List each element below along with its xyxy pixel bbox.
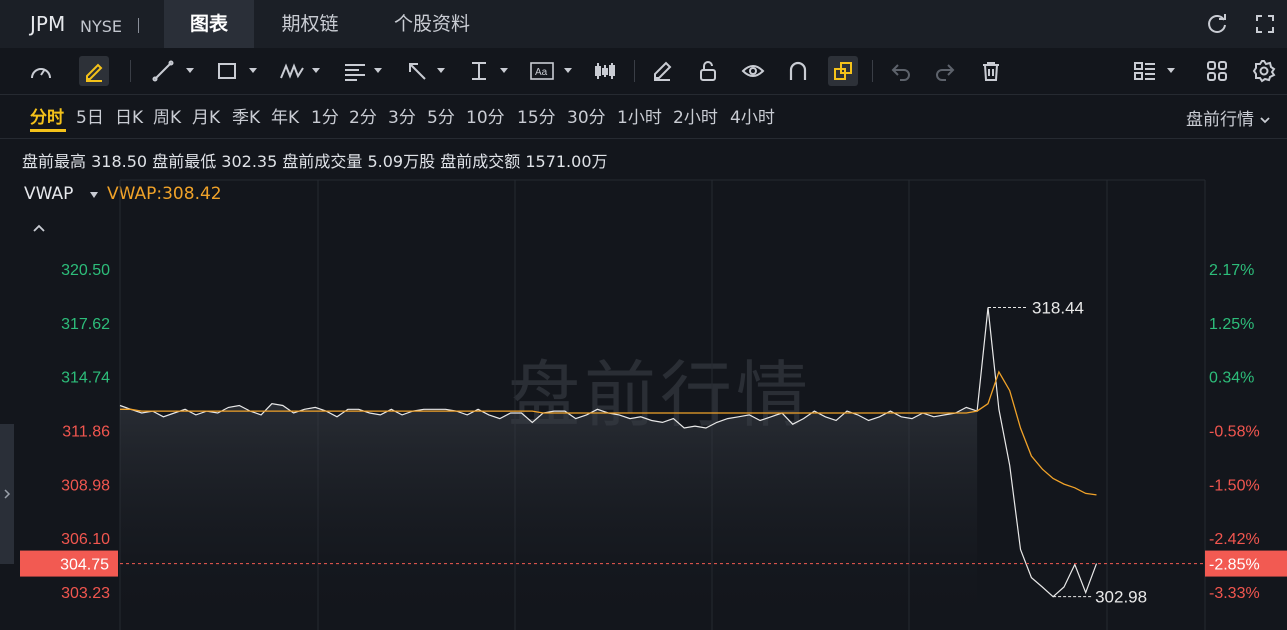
high-marker-label: 318.44 (1032, 299, 1084, 318)
current-pct-badge (1205, 550, 1287, 577)
pencil-icon[interactable] (647, 56, 677, 86)
y-tick-label-right: 2.17% (1209, 262, 1254, 279)
divider (138, 18, 139, 33)
amount-label: 盘前成交额 (440, 152, 521, 171)
svg-text:Aa: Aa (535, 67, 548, 78)
period-5m[interactable]: 5分 (427, 103, 455, 128)
collapse-icon[interactable] (32, 218, 46, 237)
indicator-value: VWAP:308.42 (107, 184, 222, 204)
current-price-value: 304.75 (60, 557, 109, 574)
gauge-icon[interactable] (26, 56, 56, 86)
y-tick-label-left: 314.74 (61, 370, 110, 387)
period-2m[interactable]: 2分 (349, 103, 377, 128)
period-daily[interactable]: 日K (115, 103, 143, 128)
candlestick-icon[interactable] (590, 56, 620, 86)
y-tick-label-left: 306.10 (61, 531, 110, 548)
amount-value: 1571.00万 (525, 152, 608, 171)
period-2h[interactable]: 2小时 (673, 103, 718, 128)
text-icon[interactable]: Aa (527, 56, 557, 86)
undo-icon[interactable] (886, 56, 916, 86)
low-value: 302.35 (221, 152, 278, 171)
period-10m[interactable]: 10分 (466, 103, 505, 128)
high-label: 盘前最高 (22, 152, 87, 171)
period-15m[interactable]: 15分 (517, 103, 556, 128)
eye-icon[interactable] (738, 56, 768, 86)
period-30m[interactable]: 30分 (567, 103, 606, 128)
current-pct-value: -2.85% (1209, 557, 1260, 574)
magnet-icon[interactable] (783, 56, 813, 86)
current-price-badge (20, 550, 118, 577)
period-quarterly[interactable]: 季K (232, 103, 260, 128)
exchange-label: NYSE (80, 17, 123, 36)
y-tick-label-left: 303.23 (61, 585, 110, 602)
period-3m[interactable]: 3分 (388, 103, 416, 128)
tab-stock-profile[interactable]: 个股资料 (374, 0, 490, 48)
divider (0, 138, 1287, 139)
chevron-down-icon (1260, 117, 1271, 124)
low-marker-label: 302.98 (1095, 588, 1147, 607)
low-label: 盘前最低 (152, 152, 217, 171)
y-tick-label-right: 0.34% (1209, 370, 1254, 387)
y-tick-label-left: 308.98 (61, 477, 110, 494)
settings-icon[interactable] (1249, 56, 1279, 86)
market-mode-select[interactable]: 盘前行情 (1186, 105, 1271, 130)
refresh-icon[interactable] (1205, 12, 1229, 40)
market-mode-label: 盘前行情 (1186, 110, 1254, 130)
y-tick-label-left: 320.50 (61, 262, 110, 279)
fullscreen-icon[interactable] (1255, 14, 1275, 38)
period-1h[interactable]: 1小时 (617, 103, 662, 128)
watermark: 盘前行情 (508, 353, 813, 437)
layout-icon[interactable] (1130, 56, 1160, 86)
period-intraday[interactable]: 分时 (30, 103, 64, 128)
redo-icon[interactable] (930, 56, 960, 86)
tab-chart[interactable]: 图表 (164, 0, 254, 48)
indicator-dropdown-icon[interactable] (90, 192, 98, 198)
arrow-icon[interactable] (402, 56, 432, 86)
high-value: 318.50 (91, 152, 148, 171)
tab-options-chain[interactable]: 期权链 (262, 0, 358, 48)
y-tick-label-right: -3.33% (1209, 585, 1260, 602)
rectangle-icon[interactable] (212, 56, 242, 86)
pattern-icon[interactable] (277, 56, 307, 86)
link-icon[interactable] (828, 56, 858, 86)
premarket-stats: 盘前最高 318.50 盘前最低 302.35 盘前成交量 5.09万股 盘前成… (22, 148, 608, 172)
period-1m[interactable]: 1分 (311, 103, 339, 128)
period-5d[interactable]: 5日 (76, 103, 104, 128)
y-tick-label-right: 1.25% (1209, 316, 1254, 333)
volume-value: 5.09万股 (367, 152, 436, 171)
period-monthly[interactable]: 月K (192, 103, 220, 128)
volume-label: 盘前成交量 (282, 152, 363, 171)
y-tick-label-right: -0.58% (1209, 424, 1260, 441)
period-yearly[interactable]: 年K (271, 103, 299, 128)
y-tick-label-right: -2.42% (1209, 531, 1260, 548)
measure-icon[interactable] (464, 56, 494, 86)
indicator-name[interactable]: VWAP (24, 184, 73, 204)
grid-icon[interactable] (1202, 56, 1232, 86)
period-4h[interactable]: 4小时 (730, 103, 775, 128)
y-tick-label-left: 317.62 (61, 316, 110, 333)
sidebar-toggle[interactable] (0, 424, 14, 564)
active-period-indicator (30, 129, 66, 132)
trendline-icon[interactable] (148, 56, 178, 86)
ticker-symbol: JPM (30, 12, 66, 36)
drawing-toolbar: Aa (0, 48, 1287, 95)
y-tick-label-left: 311.86 (62, 424, 110, 441)
trash-icon[interactable] (976, 56, 1006, 86)
y-tick-label-right: -1.50% (1209, 477, 1260, 494)
fib-icon[interactable] (340, 56, 370, 86)
highlighter-icon[interactable] (79, 56, 109, 86)
lock-icon[interactable] (693, 56, 723, 86)
period-weekly[interactable]: 周K (153, 103, 181, 128)
